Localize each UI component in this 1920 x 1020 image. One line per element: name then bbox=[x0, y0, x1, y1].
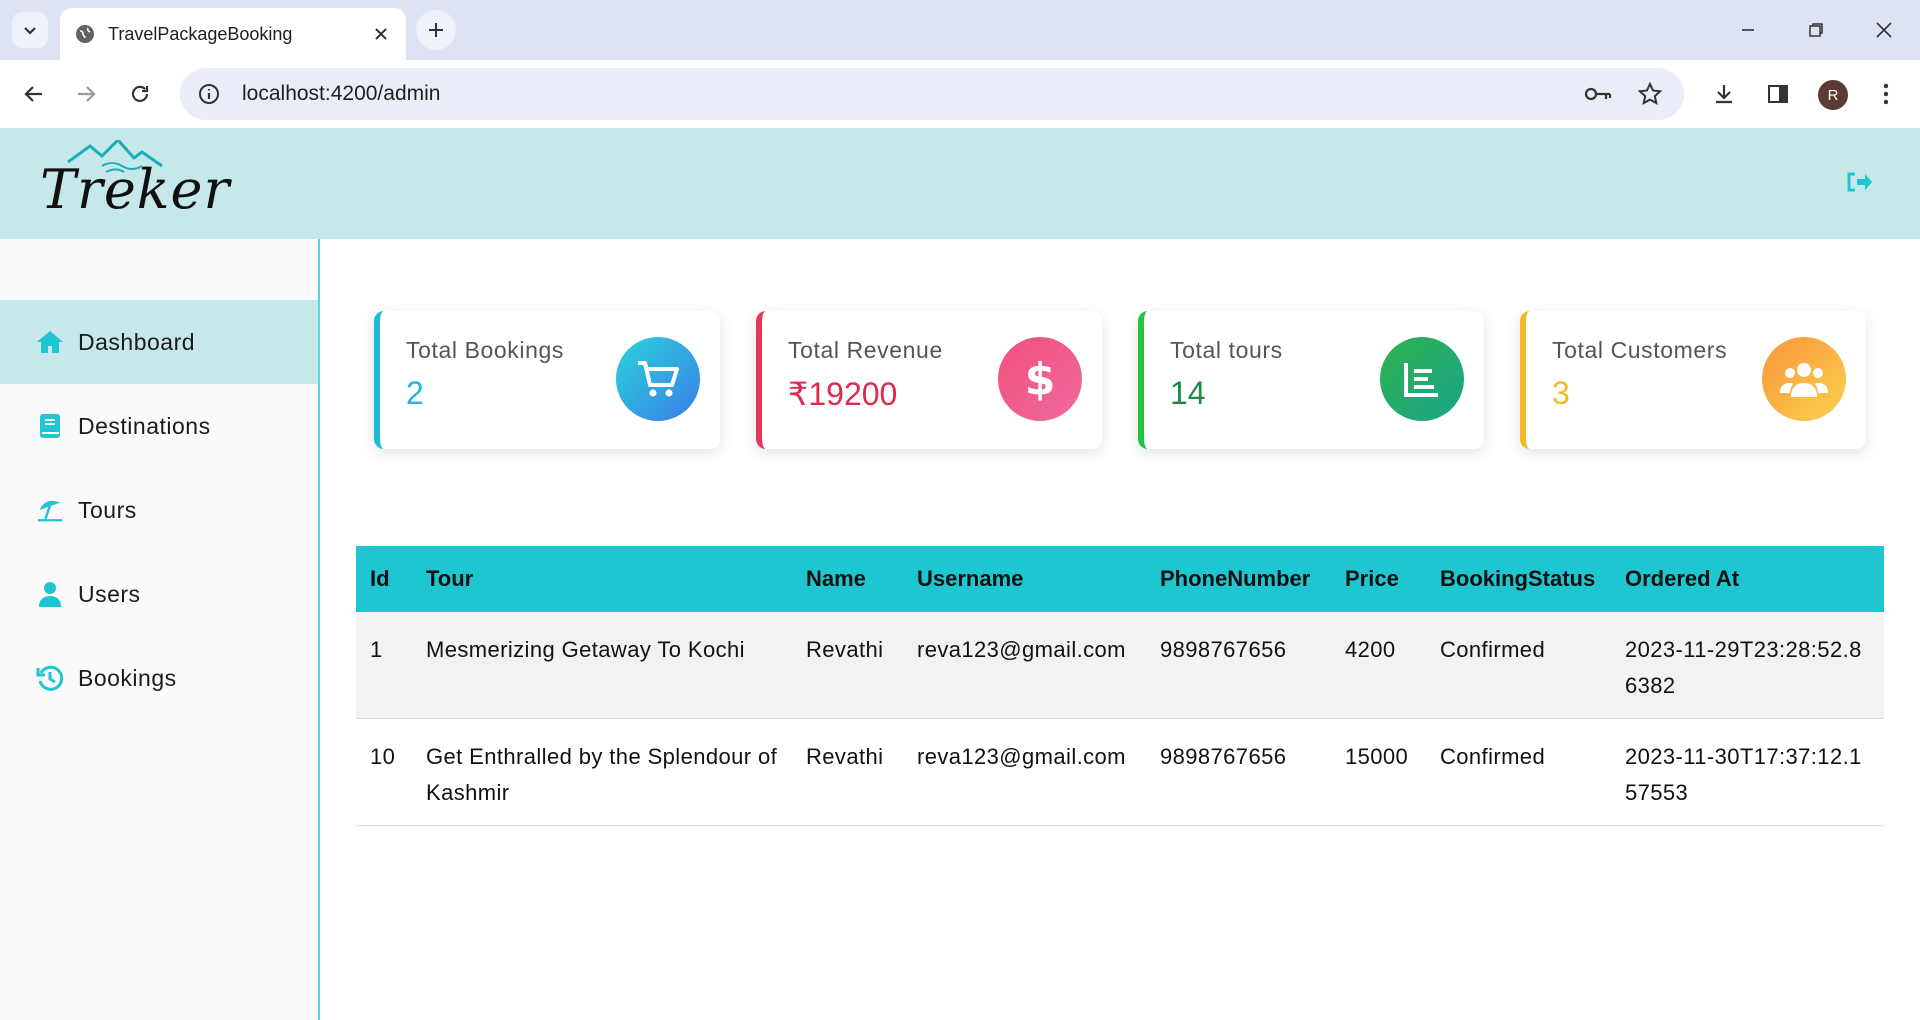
stat-title: Total tours bbox=[1170, 337, 1283, 363]
dollar-icon: $ bbox=[998, 337, 1082, 421]
download-icon bbox=[1716, 85, 1732, 104]
close-icon bbox=[1876, 22, 1892, 38]
cell-name: Revathi bbox=[792, 612, 903, 719]
sidebar-item-dashboard[interactable]: Dashboard bbox=[0, 300, 318, 384]
cell-id: 10 bbox=[356, 718, 412, 826]
browser-tabbar: TravelPackageBooking bbox=[0, 0, 1920, 60]
column-header: Id bbox=[356, 546, 412, 612]
users-icon bbox=[1762, 337, 1846, 421]
url-text: localhost:4200/admin bbox=[242, 82, 441, 105]
table-row[interactable]: 10 Get Enthralled by the Splendour of Ka… bbox=[356, 718, 1884, 826]
cell-price: 15000 bbox=[1331, 718, 1426, 826]
close-tab-icon[interactable] bbox=[366, 19, 396, 49]
reload-icon bbox=[131, 85, 149, 102]
cell-status: Confirmed bbox=[1426, 612, 1611, 719]
tab-search-button[interactable] bbox=[12, 12, 48, 48]
globe-icon bbox=[76, 25, 94, 43]
stat-card-customers: Total Customers 3 bbox=[1520, 311, 1866, 449]
sidebar-item-users[interactable]: Users bbox=[0, 552, 318, 636]
cell-phone: 9898767656 bbox=[1146, 718, 1331, 826]
password-key-icon[interactable] bbox=[1580, 76, 1616, 112]
sidebar-item-label: Tours bbox=[78, 496, 137, 523]
app-header: Treker bbox=[0, 128, 1920, 239]
bookings-table: Id Tour Name Username PhoneNumber Price … bbox=[356, 546, 1884, 826]
sidebar-item-label: Users bbox=[78, 580, 141, 607]
plus-icon bbox=[429, 23, 443, 37]
book-icon bbox=[36, 412, 64, 440]
downloads-button[interactable] bbox=[1706, 76, 1742, 112]
stat-value: 2 bbox=[406, 375, 424, 411]
browser-tab[interactable]: TravelPackageBooking bbox=[60, 8, 406, 60]
cell-status: Confirmed bbox=[1426, 718, 1611, 826]
reload-button[interactable] bbox=[122, 76, 158, 112]
minimize-button[interactable] bbox=[1728, 12, 1768, 48]
dashboard-main: Total Bookings 2 Total Revenue ₹19200 $ … bbox=[322, 239, 1920, 1020]
chevron-down-icon bbox=[24, 27, 36, 35]
minimize-icon bbox=[1742, 29, 1754, 31]
user-icon bbox=[36, 580, 64, 608]
stat-title: Total Customers bbox=[1552, 337, 1728, 363]
cell-username: reva123@gmail.com bbox=[903, 612, 1146, 719]
table-header-row: Id Tour Name Username PhoneNumber Price … bbox=[356, 546, 1884, 612]
treker-logo[interactable]: Treker bbox=[40, 140, 229, 230]
address-bar[interactable]: localhost:4200/admin bbox=[180, 68, 1684, 120]
home-icon bbox=[36, 328, 64, 356]
tab-title: TravelPackageBooking bbox=[108, 23, 293, 44]
side-panel-button[interactable] bbox=[1760, 76, 1796, 112]
beach-umbrella-icon bbox=[36, 496, 64, 524]
arrow-left-icon bbox=[24, 86, 42, 102]
sidebar: Dashboard Destinations Tours Users Booki… bbox=[0, 239, 320, 1020]
cell-price: 4200 bbox=[1331, 612, 1426, 719]
stat-title: Total Revenue bbox=[788, 337, 943, 363]
cart-icon bbox=[616, 337, 700, 421]
stat-title: Total Bookings bbox=[406, 337, 564, 363]
column-header: Name bbox=[792, 546, 903, 612]
column-header: Ordered At bbox=[1611, 546, 1884, 612]
sidebar-item-label: Dashboard bbox=[78, 328, 196, 355]
sidebar-item-label: Destinations bbox=[78, 412, 211, 439]
table-row[interactable]: 1 Mesmerizing Getaway To Kochi Revathi r… bbox=[356, 612, 1884, 719]
column-header: Tour bbox=[412, 546, 792, 612]
profile-avatar[interactable]: R bbox=[1818, 80, 1848, 110]
site-info-icon[interactable] bbox=[196, 81, 222, 107]
chart-icon bbox=[1380, 337, 1464, 421]
browser-menu-button[interactable] bbox=[1868, 76, 1904, 112]
side-panel-icon bbox=[1768, 85, 1788, 103]
sidebar-item-tours[interactable]: Tours bbox=[0, 468, 318, 552]
cell-name: Revathi bbox=[792, 718, 903, 826]
restore-button[interactable] bbox=[1796, 12, 1836, 48]
stat-value: ₹19200 bbox=[788, 376, 898, 412]
column-header: PhoneNumber bbox=[1146, 546, 1331, 612]
back-button[interactable] bbox=[16, 76, 52, 112]
cell-ordered-at: 2023-11-30T17:37:12.157553 bbox=[1611, 718, 1884, 826]
browser-toolbar: localhost:4200/admin R bbox=[0, 60, 1920, 128]
stat-card-tours: Total tours 14 bbox=[1138, 311, 1484, 449]
stat-value: 3 bbox=[1552, 375, 1570, 411]
cell-tour: Get Enthralled by the Splendour of Kashm… bbox=[412, 718, 792, 826]
bookmark-star-icon[interactable] bbox=[1632, 76, 1668, 112]
stat-value: 14 bbox=[1170, 375, 1206, 411]
logo-text: Treker bbox=[40, 158, 231, 221]
close-window-button[interactable] bbox=[1864, 12, 1904, 48]
column-header: Price bbox=[1331, 546, 1426, 612]
cell-ordered-at: 2023-11-29T23:28:52.86382 bbox=[1611, 612, 1884, 719]
cell-tour: Mesmerizing Getaway To Kochi bbox=[412, 612, 792, 719]
stat-card-bookings: Total Bookings 2 bbox=[374, 311, 720, 449]
sidebar-item-destinations[interactable]: Destinations bbox=[0, 384, 318, 468]
cell-phone: 9898767656 bbox=[1146, 612, 1331, 719]
stat-card-revenue: Total Revenue ₹19200 $ bbox=[756, 311, 1102, 449]
new-tab-button[interactable] bbox=[416, 10, 456, 50]
cell-id: 1 bbox=[356, 612, 412, 719]
forward-button[interactable] bbox=[68, 76, 104, 112]
column-header: Username bbox=[903, 546, 1146, 612]
kebab-menu-icon bbox=[1883, 83, 1889, 105]
sidebar-item-label: Bookings bbox=[78, 664, 177, 691]
arrow-right-icon bbox=[78, 86, 96, 102]
logout-icon[interactable] bbox=[1845, 170, 1873, 198]
restore-icon bbox=[1809, 23, 1823, 37]
history-icon bbox=[36, 664, 64, 692]
sidebar-item-bookings[interactable]: Bookings bbox=[0, 636, 318, 720]
column-header: BookingStatus bbox=[1426, 546, 1611, 612]
cell-username: reva123@gmail.com bbox=[903, 718, 1146, 826]
